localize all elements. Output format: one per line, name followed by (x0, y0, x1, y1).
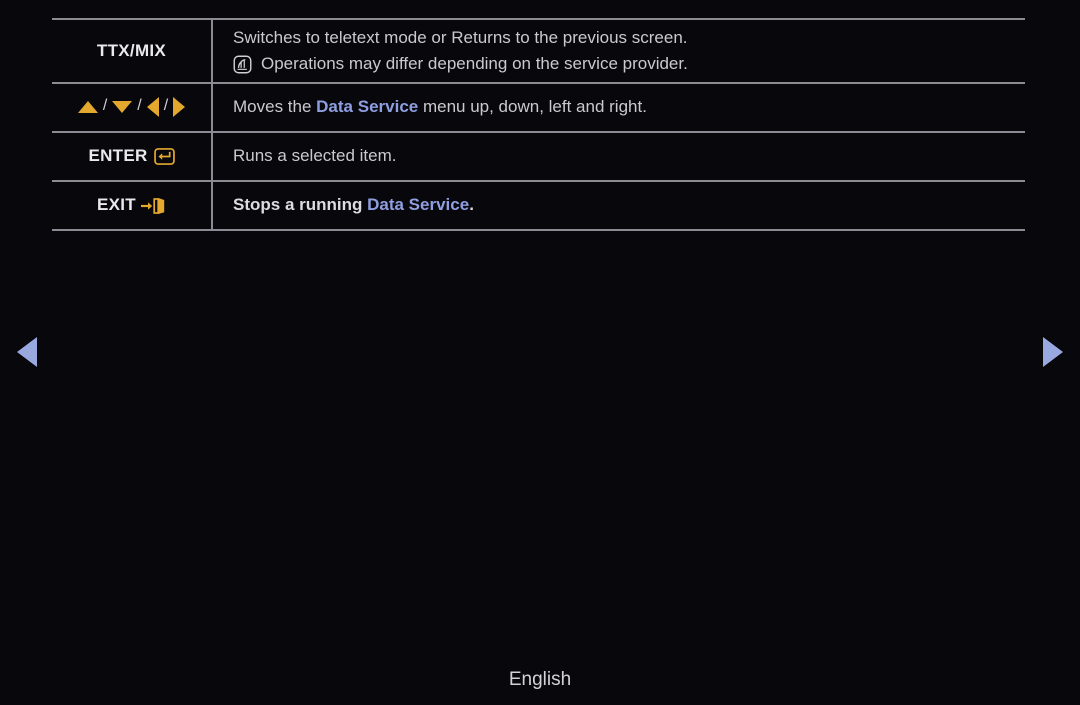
description-cell-direction-arrows: Moves the Data Service menu up, down, le… (212, 83, 1025, 132)
triangle-down-icon (112, 101, 133, 113)
key-label-exit-group: EXIT (97, 196, 166, 214)
key-label-exit: EXIT (97, 195, 136, 215)
highlight-data-service: Data Service (316, 97, 419, 117)
desc-suffix: menu up, down, left and right. (418, 97, 647, 117)
desc-prefix: Stops a running (233, 195, 368, 215)
note-text-ttxmix: Operations may differ depending on the s… (261, 54, 688, 73)
direction-arrow-group: / / / (77, 97, 186, 117)
previous-page-arrow-icon[interactable] (17, 337, 37, 367)
separator-slash-3: / (163, 97, 169, 114)
separator-slash-1: / (102, 97, 108, 114)
note-line-ttxmix: Operations may differ depending on the s… (233, 51, 1025, 77)
triangle-right-icon (173, 97, 186, 117)
key-cell-ttxmix: TTX/MIX (52, 19, 213, 83)
enter-return-icon (153, 148, 175, 165)
desc-prefix: Moves the (233, 97, 317, 117)
exit-door-icon (140, 197, 166, 215)
table-row: ENTER Runs a selected item. (52, 132, 1025, 181)
table-row: / / / Moves the Data Service menu up, do… (52, 83, 1025, 132)
description-cell-ttxmix: Switches to teletext mode or Returns to … (212, 19, 1025, 83)
table-row: EXIT Stops a running Data Service. (52, 181, 1025, 230)
description-text-ttxmix: Switches to teletext mode or Returns to … (233, 27, 688, 47)
key-label-enter: ENTER (88, 146, 148, 165)
footer-language-label: English (508, 669, 572, 690)
next-page-arrow-icon[interactable] (1043, 337, 1063, 367)
triangle-left-icon (146, 97, 159, 117)
key-cell-exit: EXIT (52, 181, 213, 230)
highlight-data-service: Data Service (367, 195, 470, 215)
description-text-exit: Stops a running Data Service. (233, 192, 1025, 218)
key-label-ttxmix: TTX/MIX (96, 40, 167, 60)
remote-key-table: TTX/MIX Switches to teletext mode or Ret… (52, 18, 1025, 231)
desc-suffix: . (469, 195, 474, 215)
key-cell-direction-arrows: / / / (52, 83, 213, 132)
note-icon (233, 55, 252, 74)
description-cell-enter: Runs a selected item. (212, 132, 1025, 181)
table-row: TTX/MIX Switches to teletext mode or Ret… (52, 19, 1025, 83)
separator-slash-2: / (137, 97, 142, 114)
description-cell-exit: Stops a running Data Service. (212, 181, 1025, 230)
triangle-up-icon (77, 101, 98, 113)
key-cell-enter: ENTER (52, 132, 213, 181)
key-label-enter-group: ENTER (88, 146, 175, 165)
description-text-enter: Runs a selected item. (233, 146, 397, 166)
description-text-direction-arrows: Moves the Data Service menu up, down, le… (233, 94, 1025, 120)
